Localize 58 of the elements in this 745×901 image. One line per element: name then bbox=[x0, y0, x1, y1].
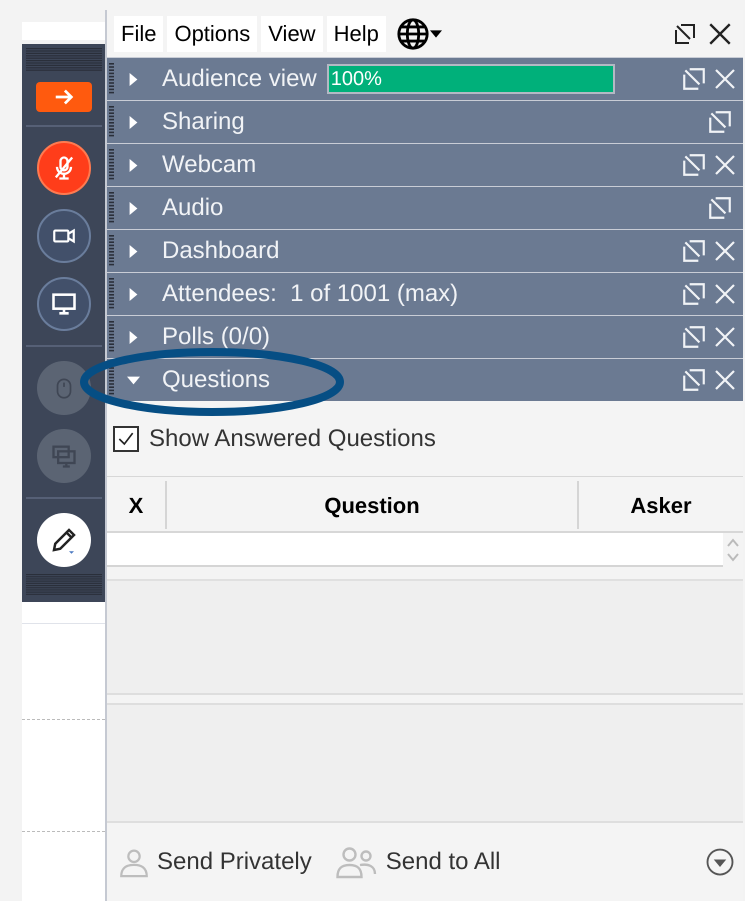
screen-share-button[interactable] bbox=[36, 277, 90, 331]
section-header[interactable]: Audio bbox=[107, 187, 743, 229]
send-to-all-button[interactable]: Send to All bbox=[334, 844, 500, 880]
section-header[interactable]: Dashboard bbox=[107, 230, 743, 272]
section-header[interactable]: Audience view 100% bbox=[107, 58, 743, 100]
language-menu-button[interactable] bbox=[396, 16, 442, 52]
section-title: Audience view bbox=[162, 64, 317, 94]
column-header[interactable]: Asker bbox=[579, 479, 743, 531]
menu-item[interactable]: File bbox=[114, 16, 164, 52]
grip-handle[interactable] bbox=[109, 235, 114, 267]
section-header[interactable]: Questions bbox=[107, 359, 743, 401]
muted-microphone-button[interactable] bbox=[36, 141, 90, 195]
column-header[interactable]: X bbox=[107, 481, 167, 529]
expanded-caret-icon[interactable] bbox=[127, 374, 140, 386]
collapsed-caret-icon[interactable] bbox=[127, 72, 140, 86]
pencil-button[interactable] bbox=[36, 513, 90, 567]
grip-handle[interactable] bbox=[109, 364, 114, 396]
caret-icon bbox=[430, 30, 442, 38]
question-input[interactable] bbox=[107, 533, 723, 567]
meter-reading: 100% bbox=[330, 67, 382, 92]
send-privately-button[interactable]: Send Privately bbox=[117, 844, 312, 880]
collapsed-caret-icon[interactable] bbox=[127, 158, 140, 172]
section-header[interactable]: Polls (0/0) bbox=[107, 316, 743, 358]
section-title: Sharing bbox=[162, 107, 245, 137]
grip-handle[interactable] bbox=[26, 48, 102, 72]
dropdown-icon[interactable] bbox=[705, 847, 735, 877]
arrow-button[interactable] bbox=[36, 82, 92, 112]
section-title: Polls (0/0) bbox=[162, 322, 270, 352]
section-header[interactable]: Sharing bbox=[107, 101, 743, 143]
menu-item[interactable]: Options bbox=[167, 16, 258, 52]
section-header[interactable]: Webcam bbox=[107, 144, 743, 186]
column-header[interactable]: Question bbox=[167, 481, 579, 529]
grip-handle[interactable] bbox=[109, 149, 114, 181]
section-title: Attendees: 1 of 1001 (max) bbox=[162, 279, 458, 309]
collapsed-caret-icon[interactable] bbox=[127, 330, 140, 344]
checkbox-label: Show Answered Questions bbox=[149, 424, 436, 454]
section-title: Questions bbox=[162, 365, 270, 395]
menu-item[interactable]: Help bbox=[326, 16, 386, 52]
camera-button[interactable] bbox=[36, 209, 90, 263]
grip-handle[interactable] bbox=[109, 192, 114, 224]
close-icon[interactable] bbox=[707, 20, 733, 46]
grip-handle[interactable] bbox=[26, 574, 102, 596]
collapsed-caret-icon[interactable] bbox=[127, 288, 140, 300]
grip-handle[interactable] bbox=[109, 278, 114, 310]
menu-item[interactable]: View bbox=[261, 16, 323, 52]
show-answered-checkbox[interactable] bbox=[113, 426, 139, 452]
grip-handle[interactable] bbox=[109, 321, 114, 353]
collapsed-caret-icon[interactable] bbox=[127, 244, 140, 258]
globe-icon bbox=[396, 16, 430, 50]
grip-handle[interactable] bbox=[109, 106, 114, 138]
collapsed-caret-icon[interactable] bbox=[127, 116, 140, 128]
section-title: Dashboard bbox=[162, 236, 280, 266]
grip-handle[interactable] bbox=[109, 63, 114, 95]
collapsed-caret-icon[interactable] bbox=[127, 202, 140, 214]
section-header[interactable]: Attendees: 1 of 1001 (max) bbox=[107, 273, 743, 315]
undock-icon[interactable] bbox=[673, 22, 697, 46]
section-title: Webcam bbox=[162, 150, 256, 180]
section-title: Audio bbox=[162, 193, 224, 223]
